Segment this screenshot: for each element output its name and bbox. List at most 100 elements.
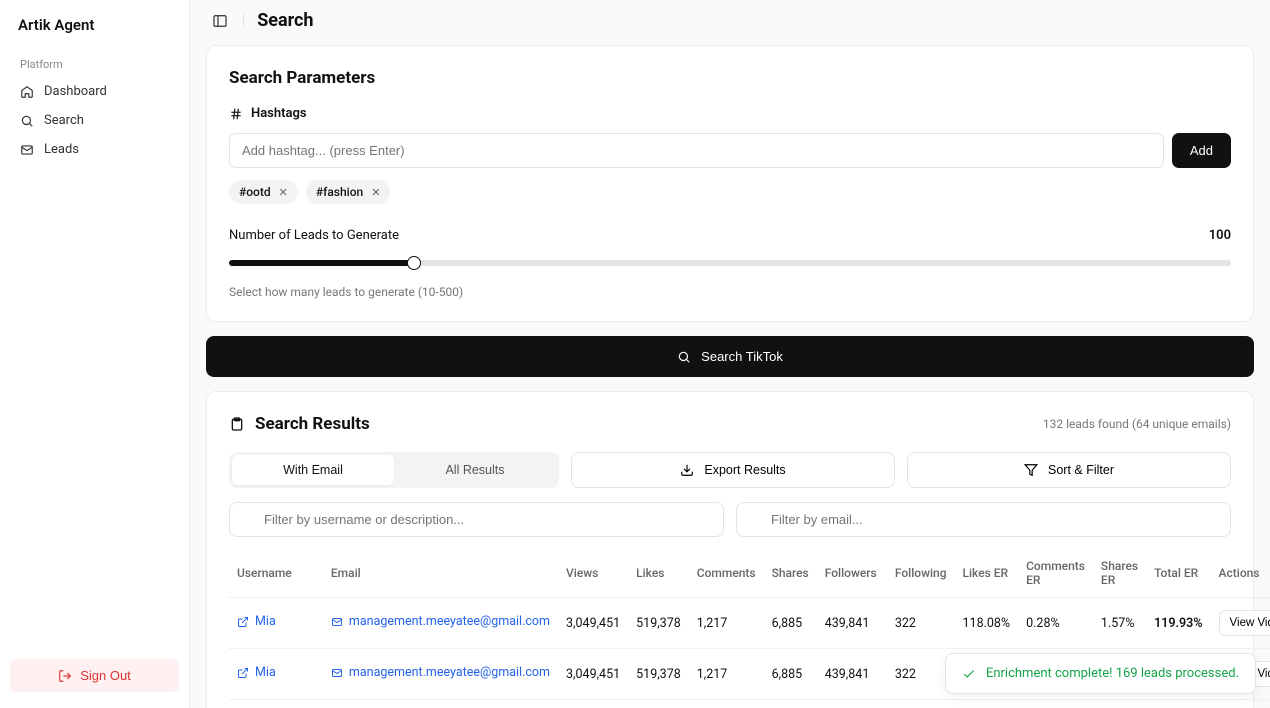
col-likes-er: Likes ER bbox=[955, 549, 1019, 598]
slider-fill bbox=[229, 260, 414, 266]
search-icon bbox=[20, 114, 34, 128]
hashtag-chip[interactable]: #ootd ✕ bbox=[229, 180, 298, 204]
hashtag-input[interactable] bbox=[229, 133, 1164, 168]
username-text: Mia bbox=[255, 614, 276, 629]
clipboard-icon bbox=[229, 416, 245, 432]
search-params-card: Search Parameters Hashtags Add #ootd ✕ #… bbox=[206, 45, 1254, 322]
comments-cell: 1,492 bbox=[689, 700, 764, 708]
sort-filter-button[interactable]: Sort & Filter bbox=[907, 452, 1231, 488]
followers-cell: 1,472,794 bbox=[817, 700, 887, 708]
hashtags-label: Hashtags bbox=[251, 106, 307, 121]
sidebar-section-label: Platform bbox=[10, 52, 179, 77]
likes-cell: 519,378 bbox=[628, 598, 689, 649]
followers-cell: 439,841 bbox=[817, 649, 887, 700]
table-row: ⁺ 𝐃𝐀𝐕𝐈 ⁺dlxt.promo@gmail.com2,160,612241… bbox=[229, 700, 1270, 708]
toast-notification: Enrichment complete! 169 leads processed… bbox=[945, 653, 1256, 694]
check-icon bbox=[962, 667, 976, 681]
comments-cell: 1,217 bbox=[689, 649, 764, 700]
username-text: Mia bbox=[255, 665, 276, 680]
panel-left-icon bbox=[212, 13, 228, 29]
filter-email-input[interactable] bbox=[736, 502, 1231, 537]
mail-icon bbox=[331, 667, 343, 679]
nav-label: Dashboard bbox=[44, 84, 107, 99]
signout-button[interactable]: Sign Out bbox=[10, 659, 179, 692]
views-cell: 3,049,451 bbox=[558, 598, 628, 649]
total-er-cell: 16.81% bbox=[1146, 700, 1210, 708]
home-icon bbox=[20, 85, 34, 99]
username-link[interactable]: Mia bbox=[237, 665, 276, 680]
page-title: Search bbox=[257, 10, 313, 31]
topbar: | Search bbox=[206, 0, 1254, 45]
col-email: Email bbox=[323, 549, 558, 598]
col-comments: Comments bbox=[689, 549, 764, 598]
table-header-row: Username Email Views Likes Comments Shar… bbox=[229, 549, 1270, 598]
hashtags-header: Hashtags bbox=[229, 106, 1231, 121]
nav-dashboard[interactable]: Dashboard bbox=[10, 77, 179, 106]
username-link[interactable]: Mia bbox=[237, 614, 276, 629]
nav-leads[interactable]: Leads bbox=[10, 135, 179, 164]
filter-username-input[interactable] bbox=[229, 502, 724, 537]
nav-label: Leads bbox=[44, 142, 79, 157]
col-total-er: Total ER bbox=[1146, 549, 1210, 598]
likes-cell: 519,378 bbox=[628, 649, 689, 700]
comments-er-cell: 0.28% bbox=[1018, 598, 1093, 649]
shares-cell: 6,885 bbox=[764, 649, 817, 700]
slider-value: 100 bbox=[1209, 228, 1231, 243]
hashtag-chip[interactable]: #fashion ✕ bbox=[306, 180, 391, 204]
signout-icon bbox=[58, 669, 72, 683]
chip-label: #ootd bbox=[239, 185, 271, 199]
col-followers: Followers bbox=[817, 549, 887, 598]
hash-icon bbox=[229, 107, 243, 121]
topbar-divider: | bbox=[242, 13, 245, 28]
col-shares: Shares bbox=[764, 549, 817, 598]
tab-with-email[interactable]: With Email bbox=[232, 455, 394, 485]
mail-icon bbox=[20, 143, 34, 157]
download-icon bbox=[680, 463, 694, 477]
nav-label: Search bbox=[44, 113, 84, 128]
following-cell: 106 bbox=[887, 700, 955, 708]
search-tiktok-button[interactable]: Search TikTok bbox=[206, 336, 1254, 377]
following-cell: 322 bbox=[887, 598, 955, 649]
nav-search[interactable]: Search bbox=[10, 106, 179, 135]
results-summary: 132 leads found (64 unique emails) bbox=[1043, 417, 1231, 431]
slider-label: Number of Leads to Generate bbox=[229, 228, 399, 243]
col-comments-er: Comments ER bbox=[1018, 549, 1093, 598]
followers-cell: 439,841 bbox=[817, 598, 887, 649]
filter-icon bbox=[1024, 463, 1038, 477]
results-tab-group: With Email All Results bbox=[229, 452, 559, 488]
brand: Artik Agent bbox=[10, 14, 179, 52]
chip-remove-icon[interactable]: ✕ bbox=[279, 186, 288, 199]
external-link-icon bbox=[237, 667, 249, 679]
params-title: Search Parameters bbox=[229, 68, 1231, 88]
main-content: | Search Search Parameters Hashtags Add … bbox=[190, 0, 1270, 708]
email-text: management.meeyatee@gmail.com bbox=[349, 665, 550, 680]
slider-thumb[interactable] bbox=[407, 256, 421, 270]
likes-er-cell: 118.08% bbox=[955, 598, 1019, 649]
views-cell: 2,160,612 bbox=[558, 700, 628, 708]
shares-cell: 4,120 bbox=[764, 700, 817, 708]
search-icon bbox=[677, 350, 691, 364]
leads-slider[interactable] bbox=[229, 257, 1231, 269]
table-row: Mia management.meeyatee@gmail.com 3,049,45… bbox=[229, 598, 1270, 649]
email-link[interactable]: management.meeyatee@gmail.com bbox=[331, 614, 550, 629]
sidebar: Artik Agent Platform Dashboard Search Le… bbox=[0, 0, 190, 708]
export-results-button[interactable]: Export Results bbox=[571, 452, 895, 488]
email-text: management.meeyatee@gmail.com bbox=[349, 614, 550, 629]
add-hashtag-button[interactable]: Add bbox=[1172, 133, 1231, 168]
sidebar-toggle-button[interactable] bbox=[210, 11, 230, 31]
signout-label: Sign Out bbox=[80, 668, 131, 683]
views-cell: 3,049,451 bbox=[558, 649, 628, 700]
external-link-icon bbox=[237, 616, 249, 628]
toast-text: Enrichment complete! 169 leads processed… bbox=[986, 666, 1239, 681]
tab-all-results[interactable]: All Results bbox=[394, 455, 556, 485]
likes-cell: 241,980 bbox=[628, 700, 689, 708]
email-link[interactable]: management.meeyatee@gmail.com bbox=[331, 665, 550, 680]
chip-remove-icon[interactable]: ✕ bbox=[371, 186, 380, 199]
mail-icon bbox=[331, 616, 343, 628]
likes-er-cell: 16.43% bbox=[955, 700, 1019, 708]
col-following: Following bbox=[887, 549, 955, 598]
sort-label: Sort & Filter bbox=[1048, 463, 1114, 477]
view-videos-button[interactable]: View Videos bbox=[1219, 610, 1270, 636]
comments-cell: 1,217 bbox=[689, 598, 764, 649]
export-label: Export Results bbox=[704, 463, 785, 477]
